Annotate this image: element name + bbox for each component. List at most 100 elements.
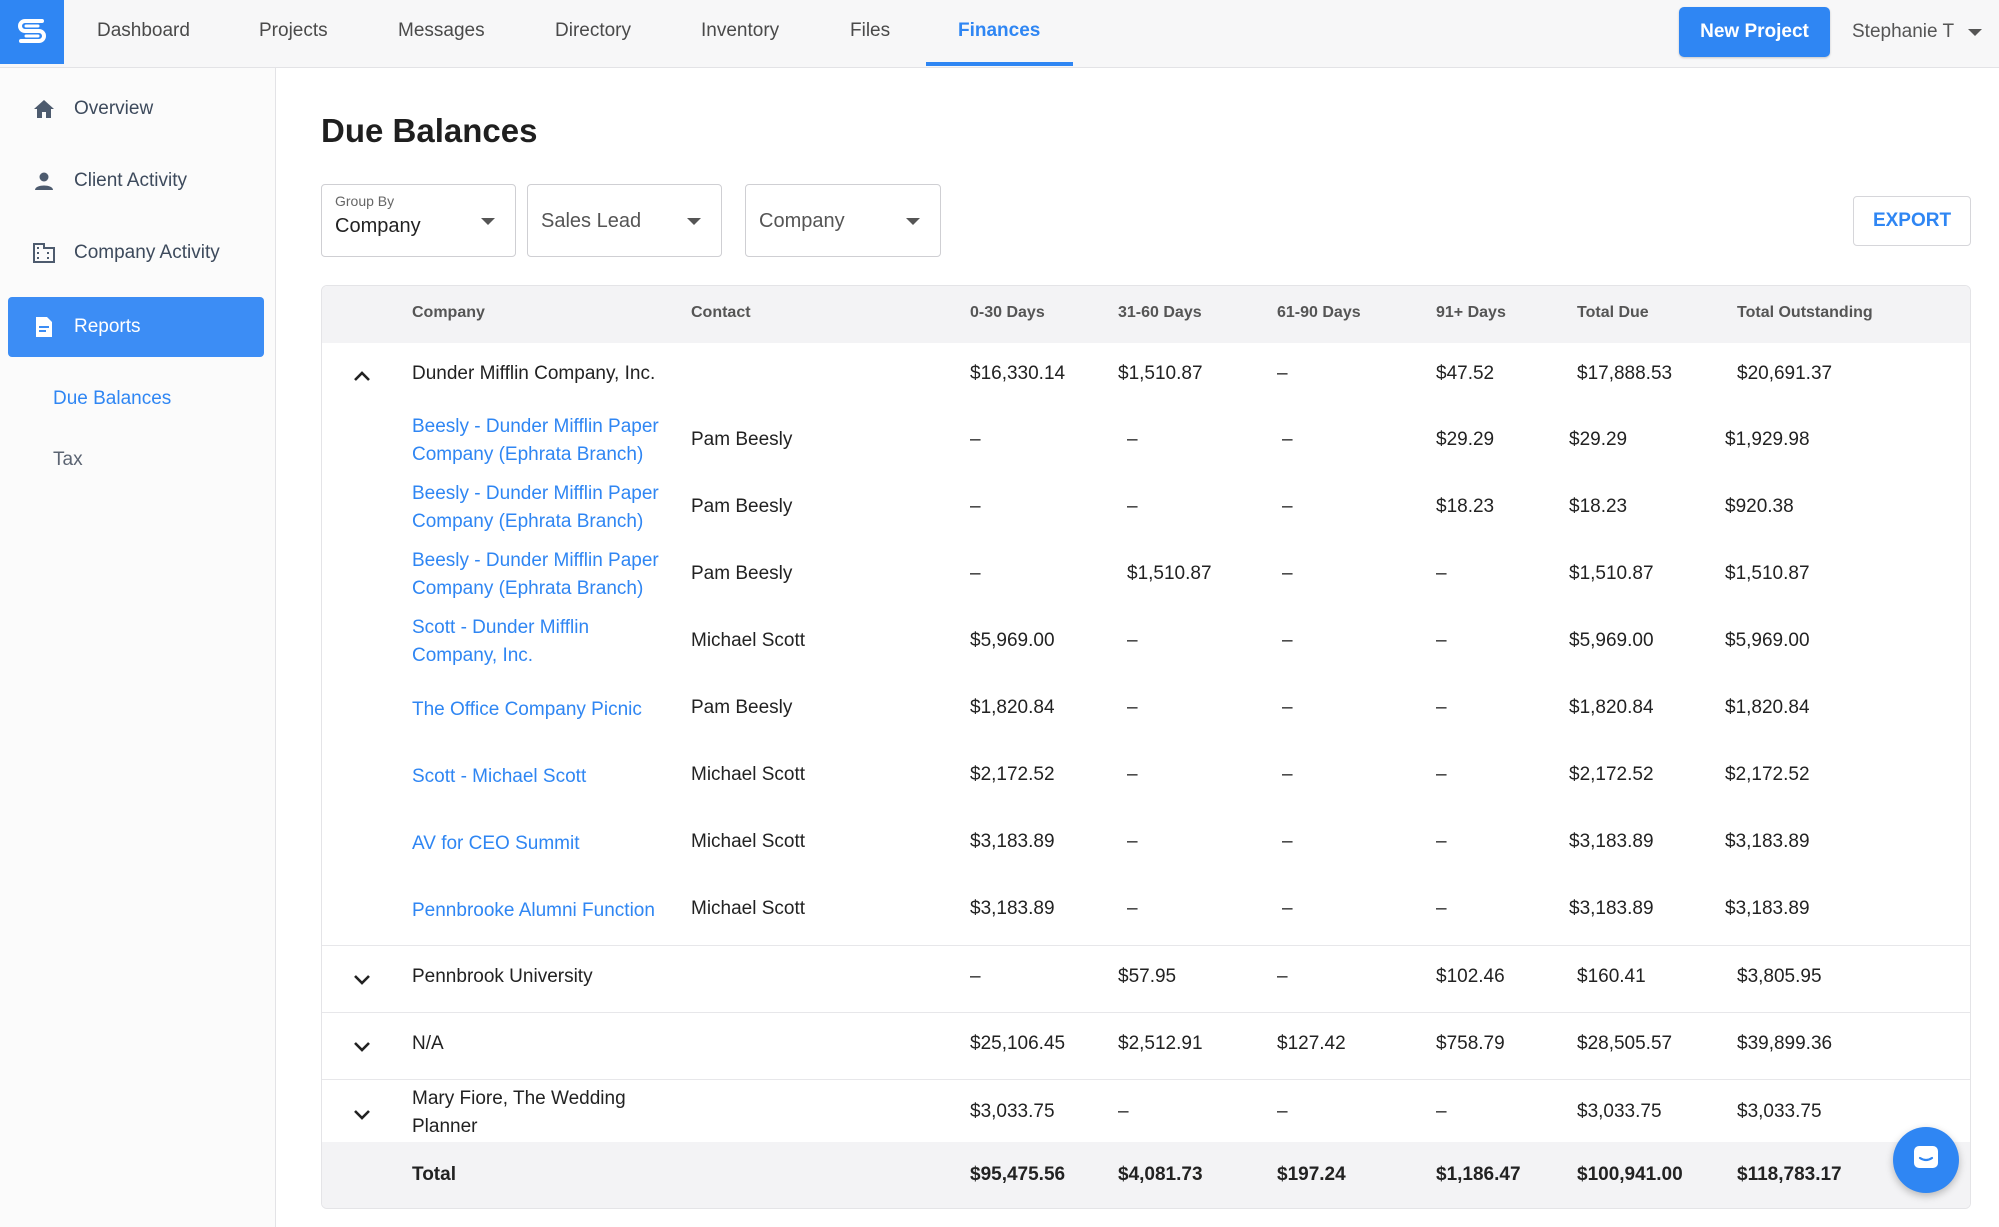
tab-messages[interactable]: Messages	[398, 0, 485, 66]
cell-total-due: $1,510.87	[1569, 563, 1654, 584]
cell-contact: Pam Beesly	[691, 496, 793, 517]
total-91-days: $1,186.47	[1436, 1164, 1521, 1185]
tab-directory[interactable]: Directory	[555, 0, 631, 66]
sales-lead-value: Sales Lead	[541, 210, 642, 232]
cell-0-30-days: –	[970, 496, 981, 517]
column-header-31-60-days[interactable]: 31-60 Days	[1118, 304, 1202, 322]
table-header: Company Contact 0-30 Days 31-60 Days 61-…	[322, 286, 1970, 343]
cell-0-30-days: $5,969.00	[970, 630, 1055, 651]
cell-0-30-days: –	[970, 563, 981, 584]
cell-31-60-days: $57.95	[1118, 966, 1177, 987]
cell-61-90-days: –	[1282, 496, 1293, 517]
chevron-down-icon[interactable]	[352, 1104, 372, 1124]
cell-0-30-days: $3,033.75	[970, 1101, 1055, 1122]
cell-61-90-days: $127.42	[1277, 1033, 1346, 1054]
total-0-30-days: $95,475.56	[970, 1164, 1066, 1185]
cell-total-outstanding: $20,691.37	[1737, 363, 1833, 384]
report-icon	[30, 316, 58, 338]
project-link[interactable]: Beesly - Dunder Mifflin Paper Company (E…	[412, 547, 674, 603]
cell-total-outstanding: $920.38	[1725, 496, 1794, 517]
top-navigation-bar: Dashboard Projects Messages Directory In…	[0, 0, 1999, 68]
cell-total-due: $29.29	[1569, 429, 1628, 450]
cell-31-60-days: –	[1127, 697, 1138, 718]
group-company-name: N/A	[412, 1033, 444, 1054]
cell-total-due: $3,183.89	[1569, 898, 1654, 919]
user-name: Stephanie T	[1852, 21, 1955, 42]
total-total-outstanding: $118,783.17	[1737, 1164, 1842, 1185]
chevron-down-icon	[1968, 28, 1983, 36]
sales-lead-select[interactable]: Sales Lead	[527, 184, 722, 257]
tab-finances[interactable]: Finances	[925, 0, 1074, 66]
project-link[interactable]: Scott - Michael Scott	[412, 763, 674, 791]
building-icon	[30, 243, 58, 263]
company-select[interactable]: Company	[745, 184, 941, 257]
cell-contact: Michael Scott	[691, 764, 806, 785]
tab-files[interactable]: Files	[850, 0, 890, 66]
project-link[interactable]: Beesly - Dunder Mifflin Paper Company (E…	[412, 480, 674, 536]
tab-dashboard[interactable]: Dashboard	[97, 0, 190, 66]
chat-button[interactable]	[1893, 1127, 1959, 1193]
project-link[interactable]: AV for CEO Summit	[412, 830, 674, 858]
chevron-down-icon[interactable]	[352, 1036, 372, 1056]
chevron-up-icon[interactable]	[352, 366, 372, 386]
tab-projects[interactable]: Projects	[259, 0, 328, 66]
cell-contact: Pam Beesly	[691, 697, 793, 718]
sidebar-subitem-tax[interactable]: Tax	[53, 449, 83, 471]
column-header-contact[interactable]: Contact	[691, 304, 751, 322]
group-company-name: Dunder Mifflin Company, Inc.	[412, 363, 656, 384]
tab-inventory[interactable]: Inventory	[701, 0, 779, 66]
group-company-name: Pennbrook University	[412, 966, 593, 987]
sidebar-subitem-due-balances[interactable]: Due Balances	[53, 388, 171, 410]
cell-0-30-days: $16,330.14	[970, 363, 1066, 384]
column-header-91-days[interactable]: 91+ Days	[1436, 304, 1506, 322]
group-by-select[interactable]: Group By Company	[321, 184, 516, 257]
cell-contact: Michael Scott	[691, 630, 806, 651]
cell-total-outstanding: $1,510.87	[1725, 563, 1810, 584]
column-header-total-outstanding[interactable]: Total Outstanding	[1737, 304, 1873, 322]
cell-31-60-days: $2,512.91	[1118, 1033, 1203, 1054]
cell-61-90-days: –	[1277, 363, 1288, 384]
column-header-company[interactable]: Company	[412, 304, 485, 322]
export-button[interactable]: EXPORT	[1853, 196, 1971, 246]
sidebar-item-company-activity[interactable]: Company Activity	[8, 223, 264, 283]
cell-total-outstanding: $1,929.98	[1725, 429, 1810, 450]
cell-contact: Pam Beesly	[691, 563, 793, 584]
user-menu[interactable]: Stephanie T	[1852, 0, 1983, 64]
sidebar-item-reports[interactable]: Reports	[8, 297, 264, 357]
sidebar-item-client-activity[interactable]: Client Activity	[8, 151, 264, 211]
company-value: Company	[759, 210, 845, 232]
cell-61-90-days: –	[1282, 898, 1293, 919]
chevron-down-icon[interactable]	[352, 969, 372, 989]
cell-91-days: –	[1436, 764, 1447, 785]
sidebar-item-label: Reports	[74, 316, 141, 337]
cell-0-30-days: $1,820.84	[970, 697, 1055, 718]
column-header-total-due[interactable]: Total Due	[1577, 304, 1649, 322]
cell-total-outstanding: $3,183.89	[1725, 831, 1810, 852]
project-link[interactable]: Scott - Dunder Mifflin Company, Inc.	[412, 614, 612, 670]
cell-91-days: $758.79	[1436, 1033, 1505, 1054]
cell-total-due: $17,888.53	[1577, 363, 1673, 384]
cell-31-60-days: –	[1127, 764, 1138, 785]
column-header-61-90-days[interactable]: 61-90 Days	[1277, 304, 1361, 322]
project-link[interactable]: Pennbrooke Alumni Function	[412, 897, 674, 925]
column-header-0-30-days[interactable]: 0-30 Days	[970, 304, 1045, 322]
new-project-button[interactable]: New Project	[1679, 7, 1830, 57]
cell-91-days: –	[1436, 898, 1447, 919]
project-link[interactable]: The Office Company Picnic	[412, 696, 674, 724]
cell-total-outstanding: $1,820.84	[1725, 697, 1810, 718]
cell-0-30-days: $25,106.45	[970, 1033, 1066, 1054]
cell-91-days: –	[1436, 1101, 1447, 1122]
cell-31-60-days: $1,510.87	[1127, 563, 1212, 584]
sidebar-item-overview[interactable]: Overview	[8, 79, 264, 139]
cell-61-90-days: –	[1282, 429, 1293, 450]
cell-91-days: –	[1436, 697, 1447, 718]
total-total-due: $100,941.00	[1577, 1164, 1683, 1185]
project-link[interactable]: Beesly - Dunder Mifflin Paper Company (E…	[412, 413, 674, 469]
group-by-value: Company	[335, 215, 421, 237]
row-divider	[322, 1079, 1970, 1080]
chat-bubble-icon	[1911, 1143, 1941, 1178]
brand-s-logo-icon[interactable]	[0, 0, 64, 64]
group-by-label: Group By	[335, 193, 395, 209]
cell-total-due: $2,172.52	[1569, 764, 1654, 785]
cell-total-due: $3,183.89	[1569, 831, 1654, 852]
